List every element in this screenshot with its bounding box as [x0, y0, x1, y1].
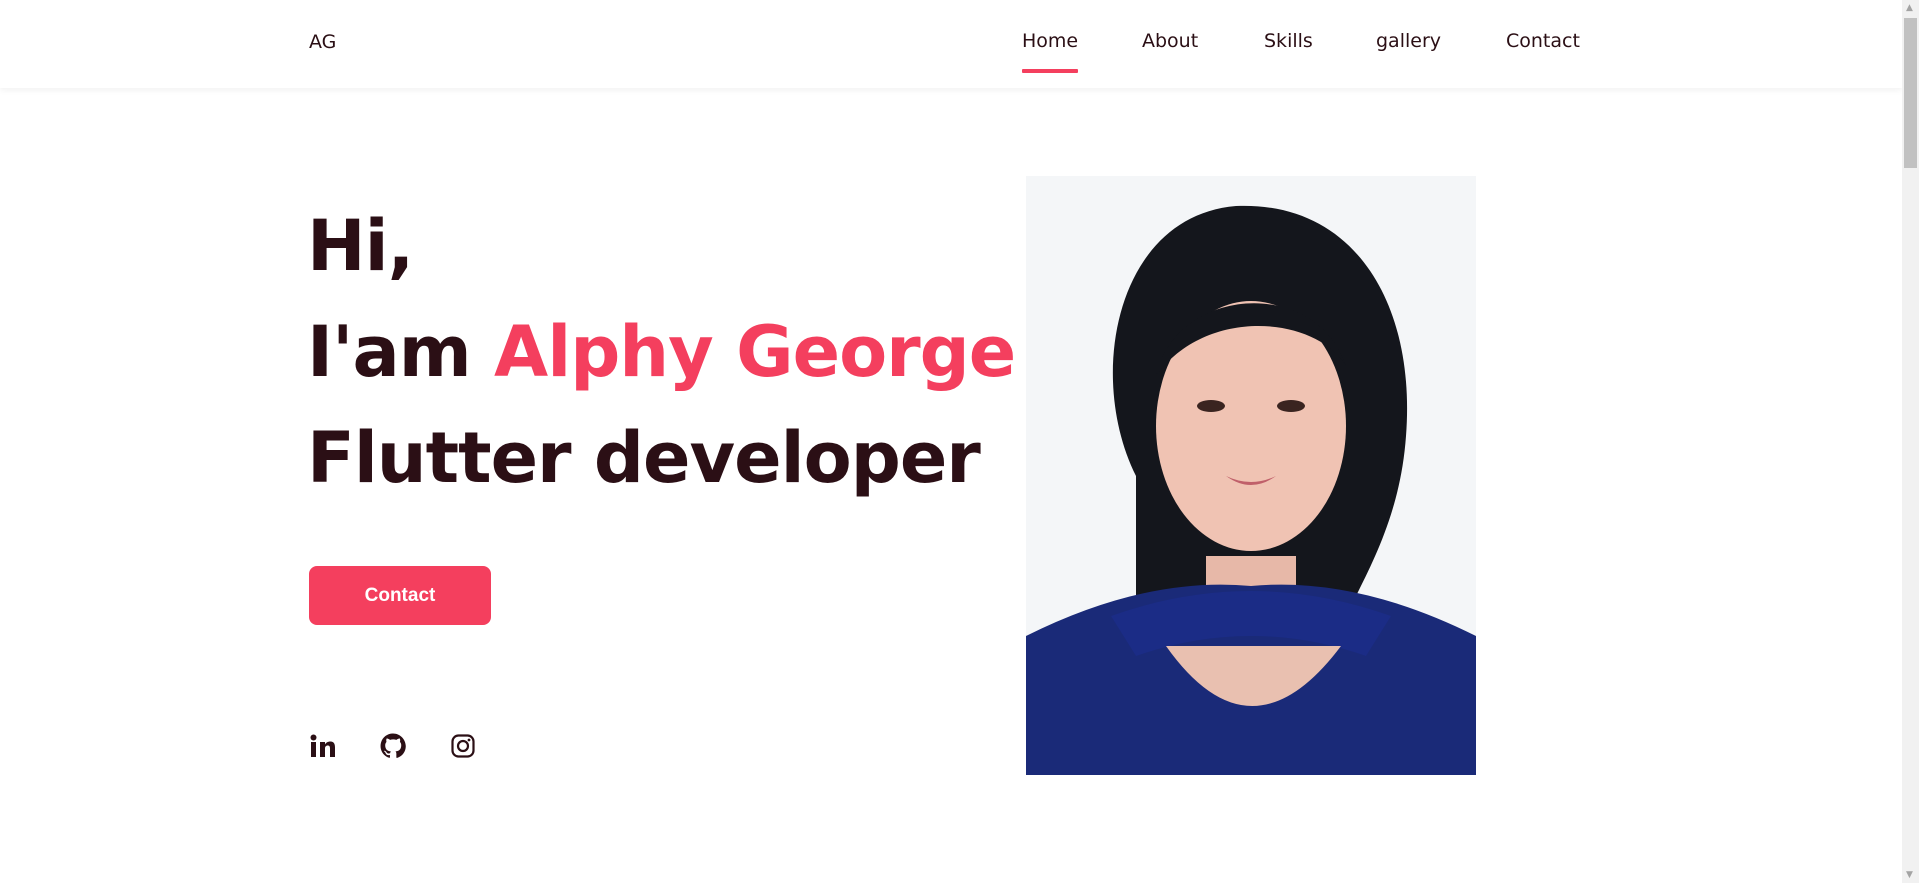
nav-gallery[interactable]: gallery — [1376, 30, 1441, 52]
nav-home-label: Home — [1022, 30, 1079, 52]
hero-greeting: Hi, — [307, 205, 414, 287]
linkedin-icon[interactable] — [309, 732, 337, 760]
nav-skills[interactable]: Skills — [1264, 30, 1313, 52]
navbar: AG Home About Skills gallery Contact — [0, 0, 1902, 88]
nav-contact[interactable]: Contact — [1506, 30, 1580, 52]
profile-photo — [1026, 176, 1476, 775]
hero-name: Alphy George — [494, 311, 1016, 393]
nav-about[interactable]: About — [1142, 30, 1198, 52]
nav-home[interactable]: Home — [1022, 30, 1079, 73]
instagram-icon[interactable] — [449, 732, 477, 760]
contact-button[interactable]: Contact — [309, 566, 491, 625]
profile-portrait-illustration — [1026, 205, 1476, 775]
hero-intro: I'am Alphy George — [307, 311, 1016, 393]
intro-prefix: I'am — [307, 311, 495, 393]
scroll-down-icon[interactable]: ▼ — [1906, 870, 1913, 880]
hero-role: Flutter developer — [307, 417, 981, 499]
active-underline — [1022, 69, 1079, 73]
github-icon[interactable] — [379, 732, 407, 760]
scroll-up-icon[interactable]: ▲ — [1906, 3, 1913, 13]
scrollbar[interactable]: ▲ ▼ — [1902, 0, 1919, 883]
scrollbar-thumb[interactable] — [1904, 18, 1917, 168]
logo[interactable]: AG — [309, 31, 336, 53]
